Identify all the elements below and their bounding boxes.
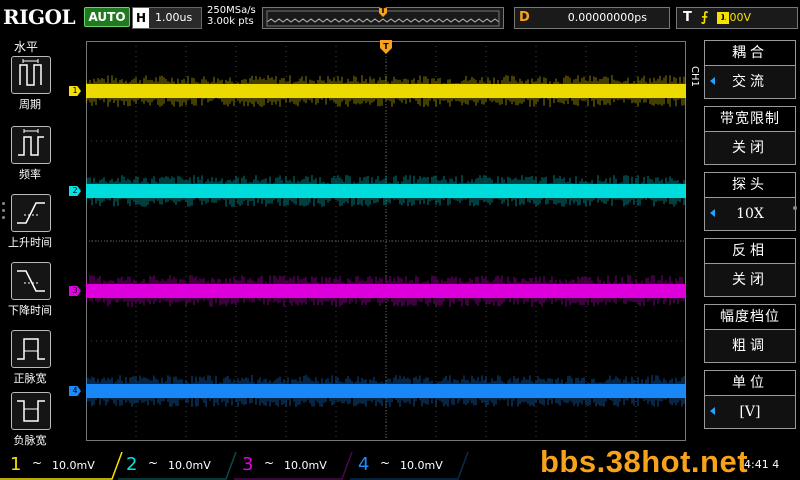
timebase-value: 1.00us — [155, 11, 193, 24]
rising-edge-icon: ⨍ — [701, 10, 709, 25]
measure-item-label: 下降时间 — [8, 304, 52, 317]
measure-item-label: 上升时间 — [8, 236, 52, 249]
run-mode-button[interactable]: AUTO — [84, 7, 130, 27]
ac-coupling-icon: ~ — [148, 456, 159, 470]
frequency-icon — [11, 126, 51, 164]
channel-number: 3 — [242, 454, 254, 475]
status-corner-text: 4:41 4 — [744, 458, 780, 471]
channel-scale: 10.0mV — [168, 459, 211, 472]
channel-4-marker[interactable]: 4 — [69, 386, 81, 396]
menu-bandwidth-value[interactable]: 关闭 — [704, 131, 796, 165]
negative-width-icon — [11, 392, 51, 430]
channel-3-marker[interactable]: 3 — [69, 286, 81, 296]
channel-3-tab[interactable]: 3 ~ 10.0mV — [232, 452, 348, 480]
arrow-left-icon — [710, 407, 715, 415]
menu-volts-div[interactable]: 幅度档位 粗调 — [704, 304, 796, 366]
menu-probe-value[interactable]: 10X — [704, 197, 796, 231]
channel-4-trace — [85, 375, 686, 407]
channel-1-tab[interactable]: 1 ~ 10.0mV — [0, 452, 116, 480]
channel-2-tab[interactable]: 2 ~ 10.0mV — [116, 452, 232, 480]
ac-coupling-icon: ~ — [380, 456, 391, 470]
waveform-display[interactable] — [85, 41, 686, 441]
svg-text:T: T — [383, 42, 389, 51]
menu-probe[interactable]: 探头 10X — [704, 172, 796, 234]
memory-depth: 3.00k pts — [207, 16, 254, 27]
measure-item-period[interactable]: 周期 — [0, 56, 60, 118]
menu-unit-value[interactable]: [V] — [704, 395, 796, 429]
measure-item-label: 正脉宽 — [13, 372, 47, 385]
channel-scale: 10.0mV — [400, 459, 443, 472]
top-status-bar: RIGOL AUTO H 1.00us 250MSa/s 3.00k pts T… — [0, 0, 800, 34]
menu-coupling-title: 耦合 — [704, 40, 796, 65]
channel-1-marker[interactable]: 1 — [69, 86, 81, 96]
menu-invert[interactable]: 反相 关闭 — [704, 238, 796, 300]
waveform-overview-bar[interactable]: T — [262, 6, 504, 29]
channel-number: 2 — [126, 454, 138, 475]
overview-trigger-marker: T — [380, 6, 386, 15]
measure-menu: 水平 周期 频率 上升时间 下降时间 正脉宽 负脉宽 — [0, 34, 60, 450]
channel-number: 4 — [358, 454, 370, 475]
left-menu-grip[interactable] — [2, 202, 5, 223]
channel-menu: 耦合 交流 带宽限制 关闭 探头 10X 反相 关闭 幅度档位 粗调 单位 [V… — [700, 40, 800, 436]
period-icon — [11, 56, 51, 94]
ac-coupling-icon: ~ — [264, 456, 275, 470]
menu-bandwidth-title: 带宽限制 — [704, 106, 796, 131]
horizontal-timebase[interactable]: H 1.00us — [132, 7, 202, 29]
measure-item-positive-width[interactable]: 正脉宽 — [0, 330, 60, 392]
menu-channel-tag: CH1 — [689, 66, 700, 87]
rise-time-icon — [11, 194, 51, 232]
menu-unit-title: 单位 — [704, 370, 796, 395]
fall-time-icon — [11, 262, 51, 300]
measure-item-label: 周期 — [19, 98, 41, 111]
channel-2-marker[interactable]: 2 — [69, 186, 81, 196]
measure-item-rise-time[interactable]: 上升时间 — [0, 194, 60, 256]
menu-invert-value[interactable]: 关闭 — [704, 263, 796, 297]
watermark: bbs.38hot.net — [540, 444, 749, 479]
menu-coupling-value[interactable]: 交流 — [704, 65, 796, 99]
channel-number: 1 — [10, 454, 22, 475]
ac-coupling-icon: ~ — [32, 456, 43, 470]
trigger-level: 0.00V — [718, 11, 751, 24]
delay-label: D — [519, 10, 530, 25]
menu-probe-title: 探头 — [704, 172, 796, 197]
measure-menu-title: 水平 — [14, 40, 39, 54]
delay-value: 0.00000000ps — [567, 11, 647, 24]
graticule — [85, 41, 686, 441]
menu-bandwidth-limit[interactable]: 带宽限制 关闭 — [704, 106, 796, 168]
sample-rate: 250MSa/s — [207, 5, 256, 16]
channel-scale: 10.0mV — [284, 459, 327, 472]
measure-item-fall-time[interactable]: 下降时间 — [0, 262, 60, 324]
menu-volts-value[interactable]: 粗调 — [704, 329, 796, 363]
channel-2-trace — [85, 175, 686, 207]
channel-scale: 10.0mV — [52, 459, 95, 472]
channel-1-trace — [85, 75, 686, 107]
trigger-position-marker[interactable]: T — [380, 39, 392, 54]
positive-width-icon — [11, 330, 51, 368]
acquisition-info: 250MSa/s 3.00k pts — [207, 5, 256, 27]
menu-invert-title: 反相 — [704, 238, 796, 263]
measure-item-label: 频率 — [19, 168, 41, 181]
channel-4-tab[interactable]: 4 ~ 10.0mV — [348, 452, 464, 480]
measure-item-label: 负脉宽 — [13, 434, 47, 447]
trigger-label: T — [683, 10, 692, 25]
menu-coupling[interactable]: 耦合 交流 — [704, 40, 796, 102]
arrow-left-icon — [710, 209, 715, 217]
arrow-left-icon — [710, 77, 715, 85]
brand-logo: RIGOL — [3, 5, 76, 29]
horizontal-label: H — [133, 8, 149, 28]
delay-readout[interactable]: D 0.00000000ps — [514, 7, 670, 29]
menu-volts-title: 幅度档位 — [704, 304, 796, 329]
menu-unit[interactable]: 单位 [V] — [704, 370, 796, 432]
measure-item-negative-width[interactable]: 负脉宽 — [0, 392, 60, 454]
measure-item-frequency[interactable]: 频率 — [0, 126, 60, 188]
trigger-readout[interactable]: T ⨍ 1 0.00V — [676, 7, 798, 29]
right-menu-grip[interactable] — [793, 206, 797, 210]
